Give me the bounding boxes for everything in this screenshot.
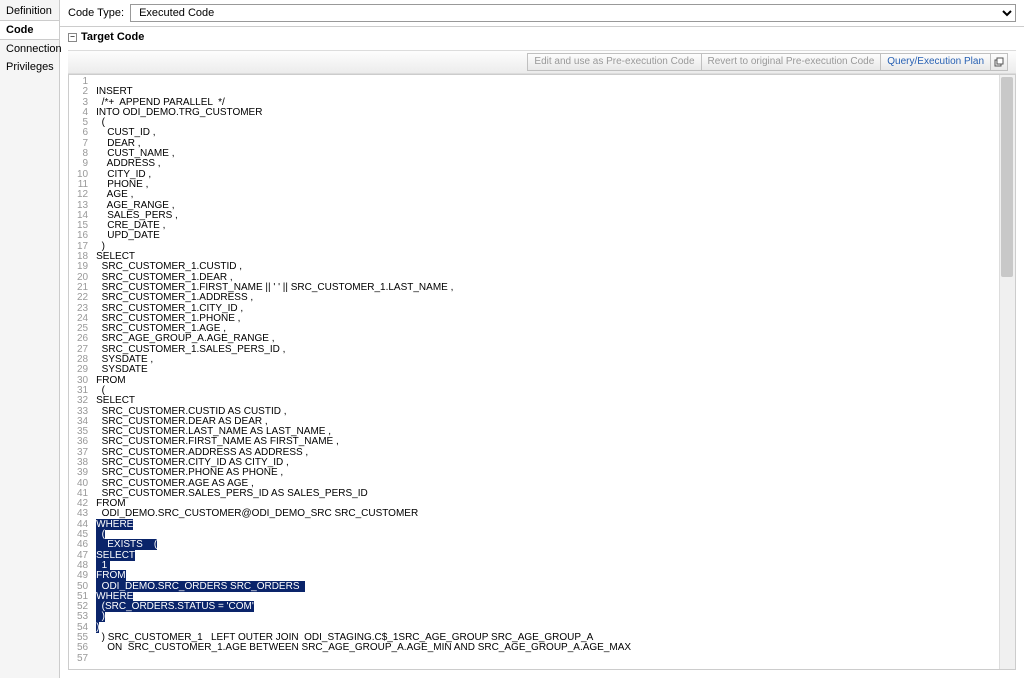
collapse-icon[interactable]: − xyxy=(68,33,77,42)
sidebar-item-privileges[interactable]: Privileges xyxy=(0,58,59,76)
content-area: Code Type: Executed Code − Target Code E… xyxy=(60,0,1024,678)
line-gutter: 1 2 3 4 5 6 7 8 9 10 11 12 13 14 15 16 1… xyxy=(69,77,92,664)
code-toolbar: Edit and use as Pre-execution Code Rever… xyxy=(68,50,1016,74)
target-code-header[interactable]: − Target Code xyxy=(60,27,1024,48)
edit-preexec-button: Edit and use as Pre-execution Code xyxy=(527,53,701,71)
sidebar-item-connection[interactable]: Connection xyxy=(0,40,59,58)
code-type-select[interactable]: Executed Code xyxy=(130,4,1016,22)
detach-icon[interactable] xyxy=(990,53,1008,71)
sidebar-item-code[interactable]: Code xyxy=(0,20,59,40)
query-plan-button[interactable]: Query/Execution Plan xyxy=(880,53,991,71)
sidebar-item-definition[interactable]: Definition xyxy=(0,2,59,20)
scrollbar-thumb[interactable] xyxy=(1001,77,1013,277)
vertical-scrollbar[interactable] xyxy=(999,75,1015,669)
code-type-bar: Code Type: Executed Code xyxy=(60,0,1024,27)
code-text[interactable]: INSERT /*+ APPEND PARALLEL */ INTO ODI_D… xyxy=(92,77,631,664)
revert-preexec-button: Revert to original Pre-execution Code xyxy=(701,53,882,71)
sidebar: Definition Code Connection Privileges xyxy=(0,0,60,678)
section-title: Target Code xyxy=(81,31,144,43)
code-type-label: Code Type: xyxy=(68,7,124,19)
code-editor[interactable]: 1 2 3 4 5 6 7 8 9 10 11 12 13 14 15 16 1… xyxy=(68,74,1016,670)
